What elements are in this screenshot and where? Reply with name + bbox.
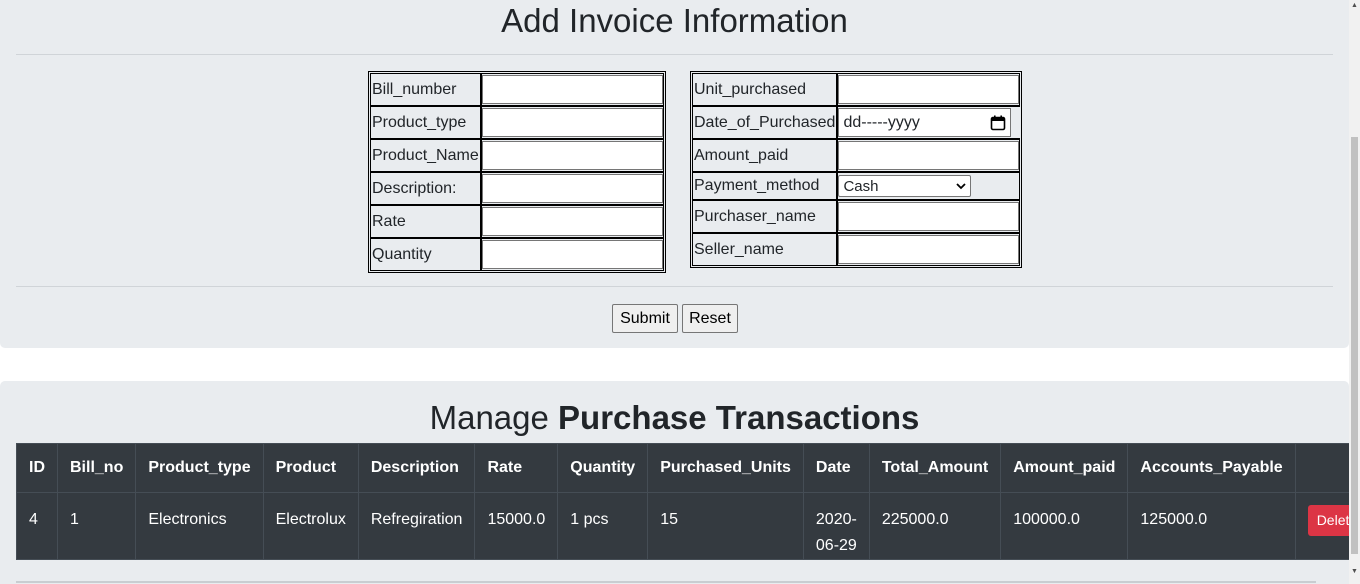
seller-name-label: Seller_name [692, 233, 838, 266]
scrollbar-thumb[interactable] [1351, 137, 1358, 554]
bill-number-label: Bill_number [370, 73, 481, 106]
cell-product: Electrolux [262, 492, 359, 560]
unit-purchased-input[interactable] [838, 75, 1020, 104]
form-row-date: Date_of_Purchased dd-----yyyy [692, 106, 1021, 139]
quantity-label: Quantity [370, 238, 481, 271]
col-product-type: Product_type [135, 443, 264, 493]
product-name-label: Product_Name [370, 139, 481, 172]
invoice-form-right: Unit_purchased Date_of_Purchased dd-----… [690, 71, 1023, 268]
manage-title: Manage Purchase Transactions [0, 398, 1349, 438]
form-row-purchaser-name: Purchaser_name [692, 200, 1021, 233]
bill-number-input[interactable] [481, 75, 663, 104]
col-accounts-payable: Accounts_Payable [1127, 443, 1296, 493]
form-row-rate: Rate [370, 205, 664, 238]
col-amount-paid: Amount_paid [1000, 443, 1129, 493]
payment-method-select[interactable]: Cash [838, 175, 972, 197]
product-type-label: Product_type [370, 106, 481, 139]
purchaser-name-input[interactable] [838, 202, 1020, 231]
cell-amount-paid: 100000.0 [1000, 492, 1129, 560]
cell-product-type: Electronics [135, 492, 264, 560]
cell-total-amount: 225000.0 [868, 492, 1002, 560]
table-header-row: ID Bill_no Product_type Product Descript… [16, 443, 1360, 493]
amount-paid-label: Amount_paid [692, 139, 838, 172]
form-row-quantity: Quantity [370, 238, 664, 271]
cell-bill-no: 1 [56, 492, 137, 560]
form-row-unit-purchased: Unit_purchased [692, 73, 1021, 106]
description-input[interactable] [481, 174, 663, 203]
reset-button[interactable]: Reset [682, 304, 738, 333]
date-placeholder: dd-----yyyy [843, 113, 920, 131]
chevron-down-icon [956, 182, 967, 189]
divider-bottom [16, 286, 1333, 287]
submit-button[interactable]: Submit [612, 304, 678, 333]
scroll-down-icon[interactable]: ▼ [1351, 568, 1358, 576]
amount-paid-input[interactable] [838, 141, 1020, 170]
table-row: 4 1 Electronics Electrolux Refregiration… [16, 492, 1360, 560]
cell-purchased-units: 15 [647, 492, 804, 560]
form-row-product-type: Product_type [370, 106, 664, 139]
payment-method-selected: Cash [843, 177, 879, 195]
date-input[interactable]: dd-----yyyy [838, 108, 1012, 137]
form-title: Add Invoice Information [501, 2, 848, 39]
invoice-form-left: Bill_number Product_type Product_Name De… [368, 71, 666, 273]
manage-title-bold: Purchase Transactions [558, 399, 920, 436]
scroll-up-icon[interactable]: ▲ [1351, 2, 1358, 10]
cell-id: 4 [16, 492, 58, 560]
bottom-divider [16, 581, 1316, 583]
product-type-input[interactable] [481, 108, 663, 137]
cell-quantity: 1 pcs [557, 492, 649, 560]
product-name-input[interactable] [481, 141, 663, 170]
purchaser-name-label: Purchaser_name [692, 200, 838, 233]
col-date: Date [802, 443, 870, 493]
form-row-payment-method: Payment_method Cash [692, 172, 1021, 200]
cell-date: 2020- 06-29 [802, 492, 870, 560]
col-description: Description [357, 443, 476, 493]
col-quantity: Quantity [557, 443, 649, 493]
calendar-icon[interactable] [990, 115, 1006, 131]
manage-title-normal: Manage [429, 399, 559, 436]
rate-label: Rate [370, 205, 481, 238]
rate-input[interactable] [481, 207, 663, 236]
form-row-bill-number: Bill_number [370, 73, 664, 106]
description-label: Description: [370, 172, 481, 205]
form-row-amount-paid: Amount_paid [692, 139, 1021, 172]
seller-name-input[interactable] [838, 235, 1020, 264]
cell-description: Refregiration [357, 492, 476, 560]
col-product: Product [262, 443, 359, 493]
quantity-input[interactable] [481, 240, 663, 269]
col-bill-no: Bill_no [56, 443, 137, 493]
cell-accounts-payable: 125000.0 [1127, 492, 1296, 560]
col-rate: Rate [474, 443, 559, 493]
cell-rate: 15000.0 [474, 492, 559, 560]
divider-top [16, 54, 1333, 55]
form-row-description: Description: [370, 172, 664, 205]
col-purchased-units: Purchased_Units [647, 443, 804, 493]
form-row-seller-name: Seller_name [692, 233, 1021, 266]
transactions-table: ID Bill_no Product_type Product Descript… [16, 443, 1360, 560]
payment-method-label: Payment_method [692, 172, 838, 200]
col-id: ID [16, 443, 58, 493]
page-scrollbar[interactable]: ▲ ▼ [1349, 0, 1360, 584]
unit-purchased-label: Unit_purchased [692, 73, 838, 106]
col-total-amount: Total_Amount [868, 443, 1002, 493]
date-label: Date_of_Purchased [692, 106, 838, 139]
form-row-product-name: Product_Name [370, 139, 664, 172]
add-invoice-panel [0, 0, 1349, 348]
